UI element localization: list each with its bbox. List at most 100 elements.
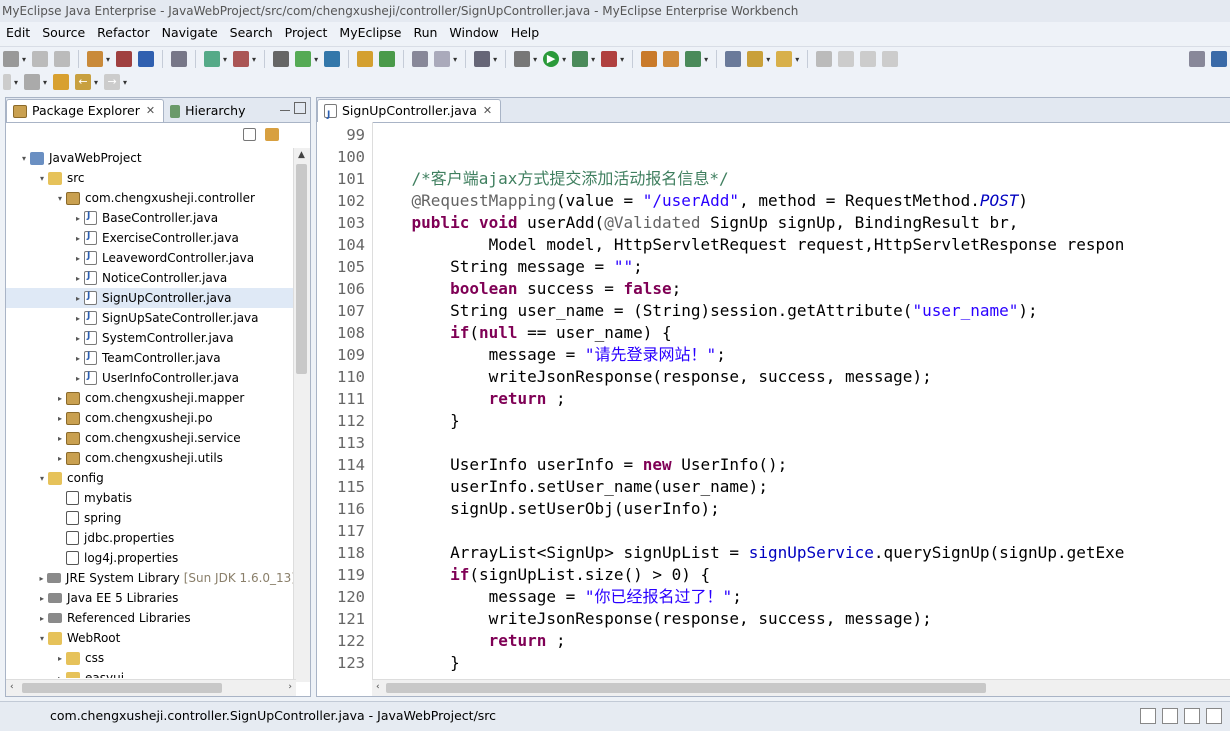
- tree-item[interactable]: ▸ Java EE 5 Libraries: [6, 588, 296, 608]
- code-line[interactable]: 120 message = "你已经报名过了！";: [317, 586, 1230, 608]
- collapsed-arrow-icon[interactable]: ▸: [54, 434, 66, 443]
- code-line[interactable]: 119 if(signUpList.size() > 0) {: [317, 564, 1230, 586]
- bookmark-icon[interactable]: [663, 51, 680, 67]
- tree-item[interactable]: ▸ UserInfoController.java: [6, 368, 296, 388]
- collapsed-arrow-icon[interactable]: ▸: [72, 354, 84, 363]
- code-line[interactable]: 113: [317, 432, 1230, 454]
- tree-item[interactable]: ▸ easyui: [6, 668, 296, 678]
- collapsed-arrow-icon[interactable]: ▸: [54, 414, 66, 423]
- menu-navigate[interactable]: Navigate: [156, 22, 224, 44]
- myeclipse-perspective-icon[interactable]: [1211, 51, 1227, 67]
- tree-item[interactable]: ▸ SystemController.java: [6, 328, 296, 348]
- code-line[interactable]: 121 writeJsonResponse(response, success,…: [317, 608, 1230, 630]
- menu-run[interactable]: Run: [407, 22, 443, 44]
- sync-icon[interactable]: [685, 51, 702, 67]
- code-line[interactable]: 111 return ;: [317, 388, 1230, 410]
- tree-item[interactable]: jdbc.properties: [6, 528, 296, 548]
- task-icon[interactable]: [641, 51, 658, 67]
- open-folder-icon[interactable]: [357, 51, 374, 67]
- collapsed-arrow-icon[interactable]: ▸: [72, 234, 84, 243]
- pen-icon[interactable]: [838, 51, 855, 67]
- tree-item[interactable]: ▸ NoticeController.java: [6, 268, 296, 288]
- forward-icon[interactable]: →: [104, 74, 121, 90]
- expanded-arrow-icon[interactable]: ▾: [54, 194, 66, 203]
- tree-item[interactable]: ▸ JRE System Library [Sun JDK 1.6.0_13]: [6, 568, 296, 588]
- tree-item[interactable]: ▾ WebRoot: [6, 628, 296, 648]
- tree-item[interactable]: ▾ config: [6, 468, 296, 488]
- collapsed-arrow-icon[interactable]: ▸: [54, 674, 66, 679]
- collapsed-arrow-icon[interactable]: ▸: [54, 454, 66, 463]
- expanded-arrow-icon[interactable]: ▾: [36, 174, 48, 183]
- tree-item[interactable]: ▸ ExerciseController.java: [6, 228, 296, 248]
- code-area[interactable]: 99 100 101 /*客户端ajax方式提交添加活动报名信息*/102 @Req…: [317, 124, 1230, 674]
- collapsed-arrow-icon[interactable]: ▸: [72, 374, 84, 383]
- code-line[interactable]: 122 return ;: [317, 630, 1230, 652]
- horizontal-scrollbar[interactable]: ‹ ›: [6, 679, 296, 696]
- tab-hierarchy[interactable]: Hierarchy: [164, 100, 253, 122]
- camera-icon[interactable]: [474, 51, 491, 67]
- menu-myeclipse[interactable]: MyEclipse: [333, 22, 407, 44]
- tree-item[interactable]: ▸ css: [6, 648, 296, 668]
- code-line[interactable]: 114 UserInfo userInfo = new UserInfo();: [317, 454, 1230, 476]
- code-line[interactable]: 99: [317, 124, 1230, 146]
- prev-annotation-icon[interactable]: [24, 74, 41, 90]
- scroll-right-icon[interactable]: ›: [288, 682, 292, 692]
- next-annotation-icon[interactable]: [3, 74, 11, 90]
- tab-signupcontroller[interactable]: SignUpController.java ✕: [317, 99, 502, 126]
- editor-horizontal-scrollbar[interactable]: ‹: [372, 679, 1230, 696]
- code-line[interactable]: 105 String message = "";: [317, 256, 1230, 278]
- code-line[interactable]: 106 boolean success = false;: [317, 278, 1230, 300]
- collapsed-arrow-icon[interactable]: ▸: [72, 274, 84, 283]
- new-package-icon[interactable]: [116, 51, 133, 67]
- scroll-left-icon[interactable]: ‹: [376, 682, 380, 692]
- menu-search[interactable]: Search: [224, 22, 279, 44]
- tree-item[interactable]: ▾ JavaWebProject: [6, 148, 296, 168]
- tools-icon[interactable]: [434, 51, 451, 67]
- tree-item[interactable]: ▸ LeavewordController.java: [6, 248, 296, 268]
- scroll-up-icon[interactable]: ▲: [298, 150, 305, 160]
- code-line[interactable]: 117: [317, 520, 1230, 542]
- tree-item[interactable]: mybatis: [6, 488, 296, 508]
- tree-item[interactable]: ▾ src: [6, 168, 296, 188]
- tree-item[interactable]: ▸ com.chengxusheji.mapper: [6, 388, 296, 408]
- scroll-thumb[interactable]: [296, 164, 307, 374]
- tree-item[interactable]: log4j.properties: [6, 548, 296, 568]
- code-line[interactable]: 108 if(null == user_name) {: [317, 322, 1230, 344]
- code-line[interactable]: 112 }: [317, 410, 1230, 432]
- tree-item[interactable]: ▸ SignUpSateController.java: [6, 308, 296, 328]
- code-line[interactable]: 115 userInfo.setUser_name(user_name);: [317, 476, 1230, 498]
- collapsed-arrow-icon[interactable]: ▸: [72, 254, 84, 263]
- menu-project[interactable]: Project: [279, 22, 334, 44]
- scroll-thumb[interactable]: [386, 683, 986, 693]
- code-line[interactable]: 110 writeJsonResponse(response, success,…: [317, 366, 1230, 388]
- vertical-scrollbar[interactable]: ▲: [293, 148, 310, 682]
- close-icon[interactable]: ✕: [146, 100, 155, 122]
- tree-item[interactable]: ▸ com.chengxusheji.service: [6, 428, 296, 448]
- code-line[interactable]: 123 }: [317, 652, 1230, 674]
- expanded-arrow-icon[interactable]: ▾: [36, 634, 48, 643]
- refresh-icon[interactable]: [379, 51, 396, 67]
- collapsed-arrow-icon[interactable]: ▸: [36, 574, 47, 583]
- collapsed-arrow-icon[interactable]: ▸: [54, 654, 66, 663]
- minimize-icon[interactable]: [280, 110, 290, 113]
- collapsed-arrow-icon[interactable]: ▸: [36, 614, 48, 623]
- tree-item[interactable]: ▸ com.chengxusheji.utils: [6, 448, 296, 468]
- close-icon[interactable]: ✕: [483, 100, 492, 122]
- globe-icon[interactable]: [324, 51, 341, 67]
- code-line[interactable]: 103 public void userAdd(@Validated SignU…: [317, 212, 1230, 234]
- scroll-left-icon[interactable]: ‹: [10, 682, 14, 692]
- new-class-icon[interactable]: [138, 51, 155, 67]
- run-icon[interactable]: ▶: [543, 51, 560, 67]
- run-config-icon[interactable]: [572, 51, 589, 67]
- collapsed-arrow-icon[interactable]: ▸: [72, 334, 84, 343]
- code-line[interactable]: 100: [317, 146, 1230, 168]
- view-icon[interactable]: [860, 51, 877, 67]
- expanded-arrow-icon[interactable]: ▾: [18, 154, 30, 163]
- menu-refactor[interactable]: Refactor: [91, 22, 155, 44]
- new-project-icon[interactable]: [87, 51, 104, 67]
- search-icon[interactable]: [747, 51, 764, 67]
- scroll-thumb[interactable]: [22, 683, 222, 693]
- tree-item[interactable]: ▸ com.chengxusheji.po: [6, 408, 296, 428]
- save-all-icon[interactable]: [54, 51, 71, 67]
- perspective-icon[interactable]: [1189, 51, 1205, 67]
